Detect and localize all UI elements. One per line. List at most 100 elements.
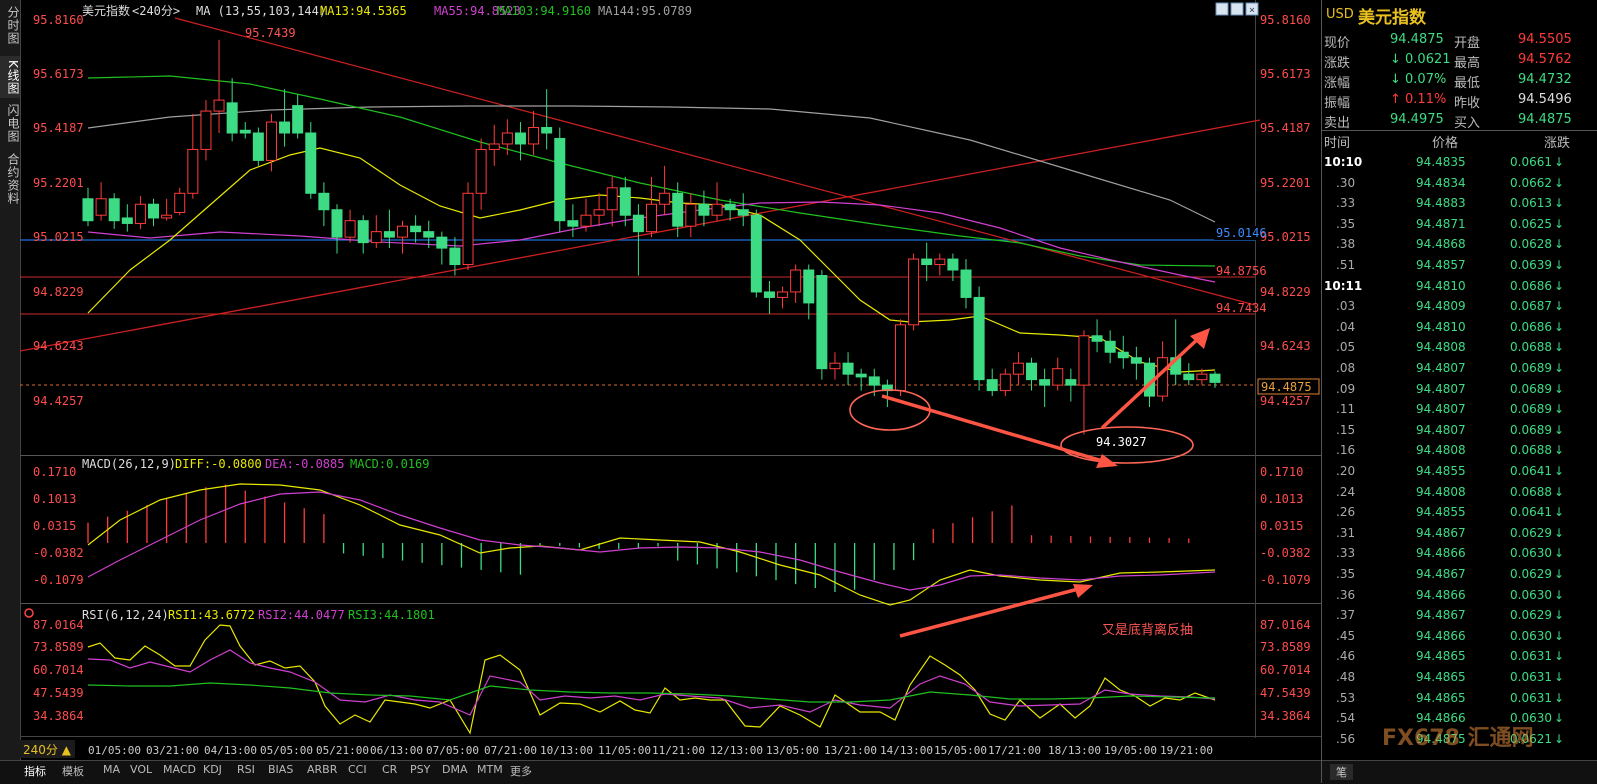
tab-kdj[interactable]: KDJ	[203, 763, 222, 776]
down-arrow-icon: ↓	[1554, 628, 1565, 643]
tick-row: .33 94.4866 0.0630 ↓	[1322, 543, 1597, 564]
candle-body	[659, 192, 671, 205]
tick-row: .38 94.4868 0.0628 ↓	[1322, 234, 1597, 255]
quote-label: 卖出	[1324, 116, 1351, 131]
tick-time: .16	[1336, 443, 1356, 458]
tab-indicator[interactable]: 指标	[24, 763, 46, 779]
tab-time-chart[interactable]: 分时图	[0, 4, 20, 46]
macd-left-tick: -0.0382	[33, 546, 84, 560]
ma-params-label: MA (13,55,103,144)	[196, 4, 326, 18]
candle-body	[397, 225, 409, 238]
tick-row: .11 94.4807 0.0689 ↓	[1322, 399, 1597, 420]
rsi3-label: RSI3:44.1801	[348, 608, 435, 622]
macd-tick: 0.0315	[1260, 519, 1303, 533]
time-tick: 01/05:00	[88, 744, 141, 757]
tick-row: .30 94.4834 0.0662 ↓	[1322, 173, 1597, 194]
tab-cr[interactable]: CR	[382, 763, 397, 776]
tab-ma[interactable]: MA	[103, 763, 120, 776]
time-tick: 13/21:00	[824, 744, 877, 757]
watermark-logo: FX678 汇通网	[1382, 726, 1534, 751]
period-button[interactable]: 240分 ▲	[23, 743, 72, 757]
macd-diff-label: DIFF:-0.0800	[175, 457, 262, 471]
candle-body	[528, 127, 540, 145]
quote-label: 最高	[1454, 56, 1481, 71]
macd-left-tick: -0.1079	[33, 573, 84, 587]
candle-body	[567, 220, 579, 227]
price-tick: 95.0215	[1260, 230, 1311, 244]
rsi1-label: RSI1:43.6772	[168, 608, 255, 622]
candle-body	[82, 198, 94, 222]
candle-body	[921, 258, 933, 266]
candle-body	[698, 203, 710, 216]
quote-value: 94.5762	[1518, 52, 1572, 67]
candle-body	[514, 132, 526, 145]
macd-dea-line	[87, 491, 1216, 591]
indicator-settings-icon[interactable]	[24, 608, 34, 618]
tab-contract-info[interactable]: 合约资料	[0, 150, 20, 208]
candle-body	[554, 137, 566, 222]
candle-body	[1039, 379, 1051, 386]
tab-template[interactable]: 模板	[62, 763, 84, 779]
candle-body	[619, 187, 631, 216]
rsi-left-tick: 60.7014	[33, 663, 84, 677]
down-arrow-icon: ↓	[1554, 422, 1565, 437]
tick-row: .45 94.4866 0.0630 ↓	[1322, 626, 1597, 647]
zoom-icon[interactable]	[1215, 2, 1229, 16]
candle-body	[685, 203, 697, 227]
tab-flash-chart[interactable]: 闪电图	[0, 102, 20, 144]
tab-rsi[interactable]: RSI	[237, 763, 255, 776]
tab-macd[interactable]: MACD	[163, 763, 196, 776]
tick-time: .46	[1336, 649, 1356, 664]
tab-bias[interactable]: BIAS	[268, 763, 293, 776]
tab-more[interactable]: 更多	[510, 763, 532, 779]
tab-cci[interactable]: CCI	[348, 763, 367, 776]
tick-price: 94.4866	[1416, 546, 1466, 561]
candle-body	[855, 373, 867, 378]
tick-time: .35	[1336, 216, 1356, 231]
tick-price: 94.4807	[1416, 381, 1466, 396]
tick-row: 10:10 94.4835 0.0661 ↓	[1322, 152, 1597, 173]
tick-change: 0.0661	[1510, 155, 1552, 169]
tick-tab[interactable]: 笔	[1330, 764, 1353, 780]
candle-body	[488, 143, 500, 150]
macd-tick: -0.1079	[1260, 573, 1311, 587]
ma103-label: MA103:94.9160	[497, 4, 591, 18]
tick-time: .35	[1336, 567, 1356, 581]
ma144-label: MA144:95.0789	[598, 4, 692, 18]
time-tick: 19/21:00	[1160, 744, 1213, 757]
left-price-tick: 95.4187	[33, 121, 84, 135]
tick-time: .33	[1336, 196, 1356, 211]
tick-price: 94.4855	[1416, 505, 1466, 520]
tab-kline-chart[interactable]: K线图	[0, 56, 20, 98]
tab-dma[interactable]: DMA	[442, 763, 468, 776]
tick-row: .20 94.4855 0.0641 ↓	[1322, 461, 1597, 482]
quote-label: 现价	[1324, 36, 1351, 51]
time-tick: 03/21:00	[146, 744, 199, 757]
tab-vol[interactable]: VOL	[130, 763, 152, 776]
time-tick: 13/05:00	[766, 744, 819, 757]
tab-mtm[interactable]: MTM	[477, 763, 503, 776]
tick-change: 0.0629	[1510, 525, 1552, 540]
red-line-tag-1: 94.8756	[1216, 264, 1267, 278]
rsi-left-tick: 47.5439	[33, 686, 84, 700]
rsi2-line	[87, 649, 1216, 716]
candle-body	[737, 209, 749, 216]
candle-body	[777, 291, 789, 298]
chart-canvas[interactable]: 美元指数 <240分> MA (13,55,103,144) MA13:94.5…	[19, 0, 1321, 760]
quote-value: 94.5496	[1518, 92, 1572, 107]
down-arrow-icon: ↓	[1554, 690, 1565, 705]
tab-psy[interactable]: PSY	[410, 763, 430, 776]
candle-body	[161, 214, 173, 219]
tab-arbr[interactable]: ARBR	[307, 763, 337, 776]
tick-time: .08	[1336, 361, 1356, 375]
kline-chart-area[interactable]: 美元指数 <240分> MA (13,55,103,144) MA13:94.5…	[19, 0, 1321, 760]
candle-body	[436, 236, 448, 249]
quote-label: 最低	[1454, 76, 1481, 91]
candle-body	[829, 362, 841, 370]
arrow-head	[1073, 584, 1093, 598]
split-icon[interactable]	[1230, 2, 1244, 16]
down-arrow-icon: ↓	[1554, 340, 1565, 355]
price-tick: 95.4187	[1260, 121, 1311, 135]
candle-body	[226, 102, 238, 134]
tick-time: .09	[1336, 381, 1356, 396]
